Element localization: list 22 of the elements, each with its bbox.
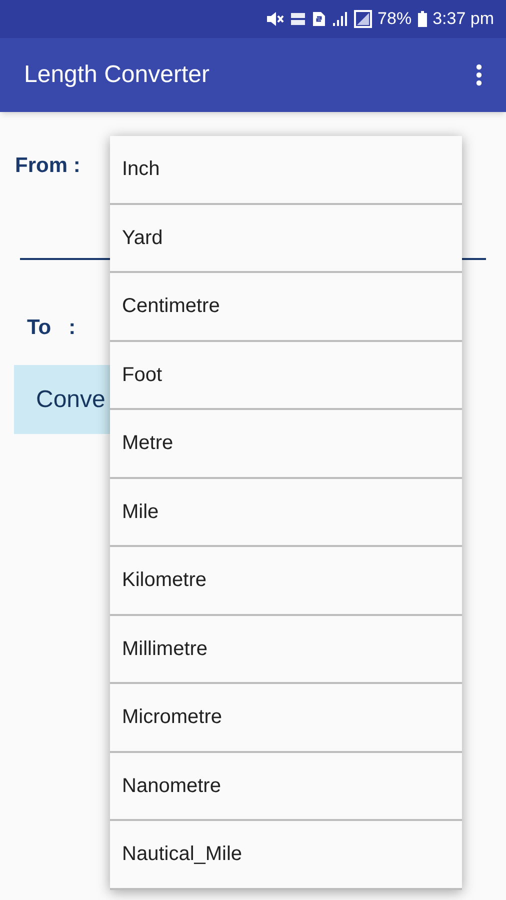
from-label: From : <box>15 154 80 177</box>
dropdown-item[interactable]: Metre <box>110 410 462 478</box>
dropdown-item[interactable]: Mile <box>110 478 462 547</box>
dropdown-item[interactable]: Millimetre <box>110 616 462 684</box>
to-label: To : <box>27 316 76 338</box>
dropdown-item[interactable]: Foot <box>110 342 462 410</box>
dropdown-item[interactable]: Nanometre <box>110 752 462 821</box>
mute-icon <box>266 11 284 27</box>
battery-icon <box>418 11 427 27</box>
battery-percent: 78% <box>378 8 412 30</box>
signal-icon <box>332 11 348 27</box>
dropdown-item[interactable]: Kilometre <box>110 547 462 616</box>
dropdown-item[interactable]: Inch <box>110 136 462 204</box>
screen-icon <box>354 10 372 28</box>
dropdown-item[interactable]: Yard <box>110 204 462 273</box>
dropdown-item[interactable]: Centimetre <box>110 273 462 342</box>
dropdown-item[interactable]: Nautical_Mile <box>110 821 462 890</box>
dropdown-item[interactable]: Micrometre <box>110 684 462 752</box>
app-title: Length Converter <box>24 60 210 90</box>
sim-icon <box>312 11 326 27</box>
more-options-icon[interactable] <box>476 64 482 86</box>
clock: 3:37 pm <box>432 8 494 30</box>
